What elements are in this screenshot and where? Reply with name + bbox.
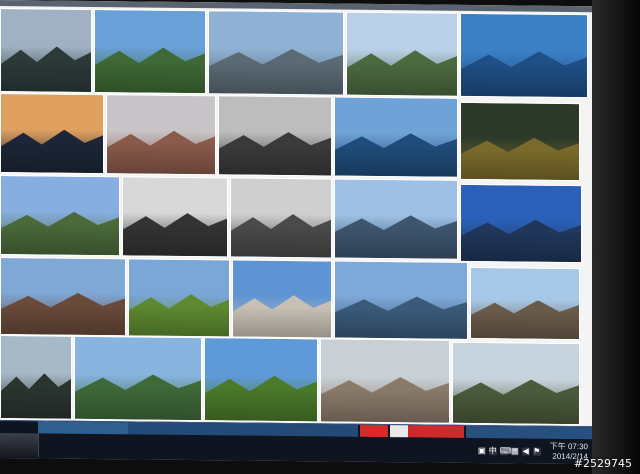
keyboard-icon[interactable]: ⌨ (499, 446, 511, 455)
photo-landscape (1, 373, 71, 419)
person-on-rock-photo[interactable] (334, 178, 458, 260)
coastal-town-photo[interactable] (346, 11, 458, 97)
photo-landscape (107, 130, 215, 174)
stone-sculptures-photo[interactable] (232, 259, 332, 339)
monitor: ▣ 中 ⌨ ▦ ◀ ⚑ 下午 07:30 2014/2/14 (0, 0, 640, 474)
flag-icon[interactable]: ⚑ (532, 447, 541, 456)
input-method-icon[interactable]: ▣ (477, 446, 486, 456)
tree-lake-photo[interactable] (334, 260, 468, 340)
snowy-peaks-lake-photo[interactable] (460, 12, 588, 99)
photo-landscape (75, 374, 201, 420)
taskbar-segment[interactable] (128, 422, 358, 437)
mountain-reflection-photo[interactable] (0, 175, 120, 257)
green-cliff-fjord-photo[interactable] (74, 335, 202, 422)
photo-landscape (231, 214, 331, 258)
photo-landscape (233, 295, 331, 338)
photo-landscape (129, 294, 229, 337)
lone-tree-lake-photo[interactable] (94, 8, 206, 95)
fjord-valley-photo[interactable] (0, 8, 92, 93)
taskbar-segment[interactable] (390, 425, 408, 438)
photo-landscape (205, 375, 317, 421)
bw-waterfall-photo[interactable] (122, 176, 228, 258)
island-town-aerial-photo[interactable] (320, 338, 450, 424)
photo-landscape (453, 379, 579, 424)
photo-landscape (1, 211, 119, 255)
photo-landscape (461, 51, 587, 97)
watermark: #2529745 (573, 457, 632, 470)
village-shore-photo[interactable] (0, 257, 126, 337)
photo-landscape (461, 137, 579, 180)
photo-landscape (461, 219, 581, 262)
photo-landscape (335, 133, 457, 177)
harbor-houses-photo[interactable] (208, 10, 344, 96)
chinese-input-icon[interactable]: 中 (488, 446, 497, 456)
clock-time: 下午 07:30 (549, 441, 588, 452)
start-button[interactable] (0, 433, 39, 458)
green-meadow-photo[interactable] (128, 258, 230, 338)
volume-icon[interactable]: ◀ (521, 446, 530, 456)
bw-lake-hills-photo[interactable] (230, 177, 332, 259)
photo-landscape (1, 129, 103, 173)
taskbar-segment[interactable] (466, 425, 594, 440)
photo-landscape (123, 212, 227, 256)
blue-fjord-cliff-photo[interactable] (334, 96, 458, 178)
monitor-bezel (592, 0, 640, 474)
taskbar: ▣ 中 ⌨ ▦ ◀ ⚑ 下午 07:30 2014/2/14 (0, 420, 594, 465)
pulpit-rock-photo[interactable] (106, 94, 216, 176)
forest-garden-photo[interactable] (204, 337, 318, 423)
glacier-hiker-photo[interactable] (470, 266, 580, 341)
autumn-valley-photo[interactable] (460, 101, 580, 182)
taskbar-segment[interactable] (408, 425, 464, 438)
photo-landscape (335, 215, 457, 259)
sunset-fjord-photo[interactable] (0, 93, 104, 175)
blue-sky-lake-photo[interactable] (460, 183, 582, 264)
photo-landscape (471, 299, 579, 339)
taskbar-segment[interactable] (360, 424, 388, 438)
photo-landscape (1, 292, 125, 335)
photo-landscape (347, 50, 457, 96)
photo-landscape (1, 46, 91, 92)
photo-landscape (219, 131, 331, 175)
mountain-viewpoint-photo[interactable] (452, 341, 580, 426)
taskbar-segment[interactable] (38, 421, 128, 435)
system-tray: ▣ 中 ⌨ ▦ ◀ ⚑ 下午 07:30 2014/2/14 (477, 440, 588, 463)
photo-landscape (95, 47, 205, 93)
photo-landscape (209, 48, 343, 94)
photo-gallery (0, 0, 594, 428)
dark-mountain-photo[interactable] (0, 335, 72, 420)
bw-fjord-photo[interactable] (218, 95, 332, 177)
photo-landscape (321, 376, 449, 422)
photo-landscape (335, 296, 467, 339)
screen: ▣ 中 ⌨ ▦ ◀ ⚑ 下午 07:30 2014/2/14 (0, 0, 594, 465)
network-icon[interactable]: ▦ (510, 446, 519, 456)
